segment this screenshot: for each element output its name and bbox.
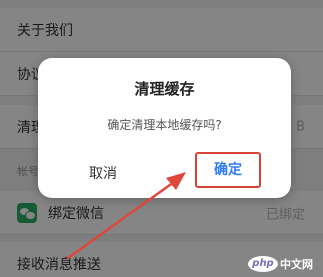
clear-cache-dialog: 清理缓存 确定清理本地缓存吗? 取消 确定 (38, 58, 291, 198)
site-watermark: php 中文网 (248, 255, 313, 273)
confirm-button[interactable]: 确定 (195, 152, 261, 188)
cancel-button[interactable]: 取消 (78, 162, 128, 186)
dialog-title: 清理缓存 (134, 80, 195, 98)
watermark-logo: php (248, 256, 278, 272)
watermark-text: 中文网 (280, 258, 313, 271)
dialog-message: 确定清理本地缓存吗? (107, 118, 222, 132)
